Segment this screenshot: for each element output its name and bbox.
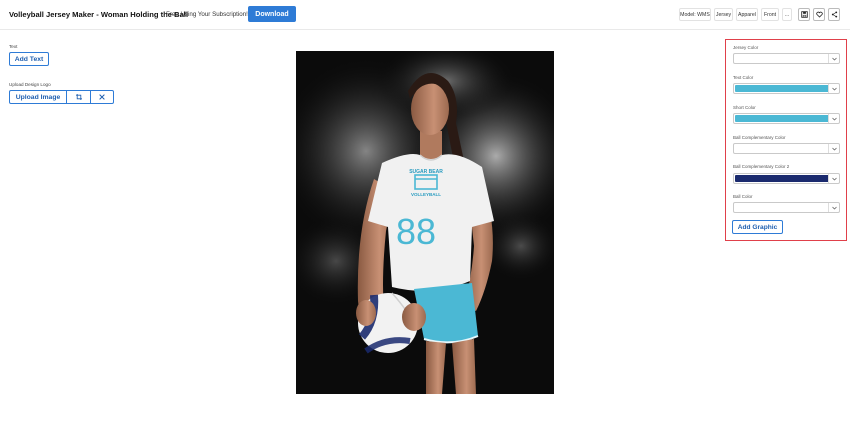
crop-icon xyxy=(75,94,82,100)
short-color-select[interactable] xyxy=(733,113,840,124)
heart-icon xyxy=(815,11,823,18)
model-photo: SUGAR BEAR VOLLEYBALL 88 xyxy=(296,51,554,394)
color-options-panel: Jersey Color Text Color Short Color Ball… xyxy=(725,39,847,241)
top-bar: Volleyball Jersey Maker - Woman Holding … xyxy=(0,0,850,30)
save-button[interactable] xyxy=(798,8,810,21)
text-color-label: Text Color xyxy=(733,75,754,80)
ball-color-label: Ball Color xyxy=(733,194,753,199)
upload-logo-label: Upload Design Logo xyxy=(9,82,51,87)
chevron-down-icon xyxy=(828,144,839,153)
short-color-label: Short Color xyxy=(733,105,756,110)
ball-complementary-color-label: Ball Complementary Color xyxy=(733,135,786,140)
ball-color-swatch xyxy=(735,204,829,211)
text-color-select[interactable] xyxy=(733,83,840,94)
jersey-subtext: VOLLEYBALL xyxy=(411,192,441,197)
favorite-button[interactable] xyxy=(813,8,825,21)
download-button[interactable]: Download xyxy=(248,6,296,22)
share-button[interactable] xyxy=(828,8,840,21)
jersey-color-swatch xyxy=(735,55,829,62)
ball-complementary-color-2-select[interactable] xyxy=(733,173,840,184)
tag-more[interactable]: ... xyxy=(782,8,792,21)
share-icon xyxy=(831,11,837,18)
subscription-text: Free Using Your Subscription! xyxy=(166,11,248,18)
ball-complementary-color-2-label: Ball Complementary Color 2 xyxy=(733,164,790,169)
chevron-down-icon xyxy=(828,84,839,93)
jersey-text: SUGAR BEAR xyxy=(409,169,443,175)
ball-complementary-color-select[interactable] xyxy=(733,143,840,154)
upload-image-button[interactable]: Upload Image xyxy=(10,91,66,103)
add-text-button[interactable]: Add Text xyxy=(9,52,49,66)
jersey-color-select[interactable] xyxy=(733,53,840,64)
add-graphic-button[interactable]: Add Graphic xyxy=(732,220,783,234)
remove-logo-button[interactable] xyxy=(90,91,113,103)
page-title: Volleyball Jersey Maker - Woman Holding … xyxy=(9,10,189,19)
chevron-down-icon xyxy=(828,54,839,63)
close-icon xyxy=(99,94,105,100)
tag-front[interactable]: Front xyxy=(761,8,779,21)
ball-complementary-color-swatch xyxy=(735,145,829,152)
short-color-swatch xyxy=(735,115,829,122)
crop-logo-button[interactable] xyxy=(66,91,90,103)
text-section-label: Text xyxy=(9,44,18,49)
save-icon xyxy=(800,11,808,18)
ball-complementary-color-2-swatch xyxy=(735,175,829,182)
tag-jersey[interactable]: Jersey xyxy=(714,8,733,21)
tag-model[interactable]: Model: WMS xyxy=(679,8,711,21)
chevron-down-icon xyxy=(828,203,839,212)
chevron-down-icon xyxy=(828,114,839,123)
chevron-down-icon xyxy=(828,174,839,183)
upload-logo-group: Upload Image xyxy=(9,90,114,104)
ball-color-select[interactable] xyxy=(733,202,840,213)
tag-apparel[interactable]: Apparel xyxy=(736,8,758,21)
jersey-number: 88 xyxy=(396,211,436,252)
text-color-swatch xyxy=(735,85,829,92)
jersey-color-label: Jersey Color xyxy=(733,45,759,50)
mockup-preview: SUGAR BEAR VOLLEYBALL 88 xyxy=(296,51,554,394)
